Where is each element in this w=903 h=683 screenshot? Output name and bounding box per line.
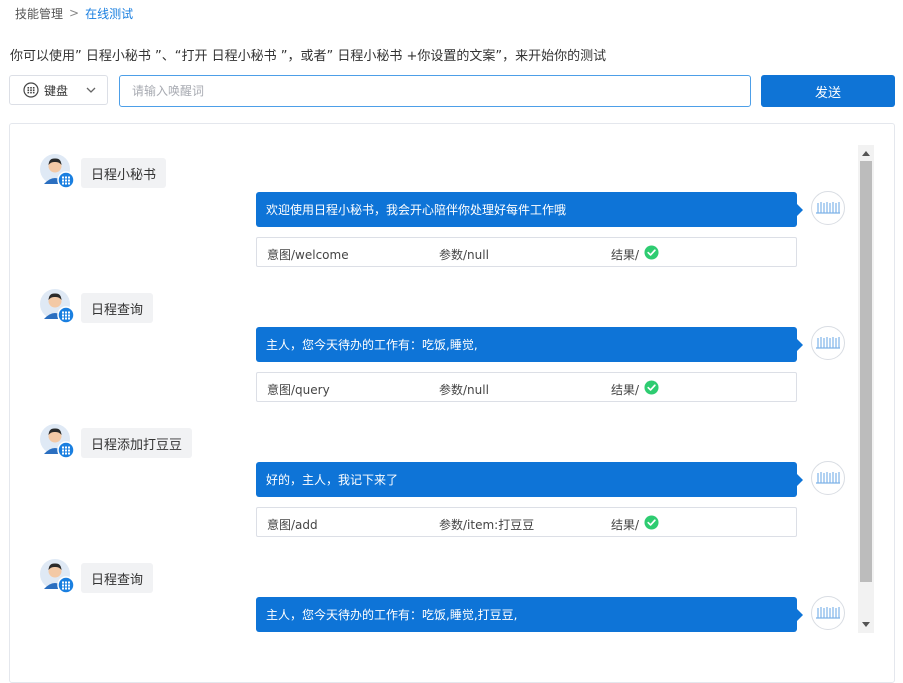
result-outcome: 结果/ bbox=[611, 248, 640, 262]
result-card: 意图/add 参数/item:打豆豆 结果/ bbox=[256, 507, 797, 537]
send-button[interactable]: 发送 bbox=[761, 75, 895, 107]
wake-word-input[interactable] bbox=[119, 75, 751, 107]
bot-message: 主人，您今天待办的工作有：吃饭,睡觉, bbox=[256, 327, 803, 362]
result-outcome: 结果/ bbox=[611, 383, 640, 397]
breadcrumb-parent[interactable]: 技能管理 bbox=[15, 5, 63, 22]
result-card: 意图/welcome 参数/null 结果/ bbox=[256, 237, 797, 267]
result-outcome: 结果/ bbox=[611, 518, 640, 532]
chevron-down-icon bbox=[86, 87, 96, 93]
breadcrumb-separator: > bbox=[69, 6, 80, 20]
input-mode-label: 键盘 bbox=[44, 83, 69, 98]
user-avatar bbox=[40, 559, 76, 595]
user-avatar bbox=[40, 154, 76, 190]
instruction-text: 你可以使用” 日程小秘书 ”、“打开 日程小秘书 ”，或者” 日程小秘书 +你设… bbox=[10, 49, 607, 64]
result-params: 参数/null bbox=[439, 248, 489, 262]
user-message: 日程添加打豆豆 bbox=[81, 428, 193, 458]
bot-avatar-icon bbox=[816, 606, 840, 620]
chat-panel: 日程小秘书 欢迎使用日程小秘书，我会开心陪伴你处理好每件工作哦 意图/welco… bbox=[9, 123, 895, 683]
user-message: 日程查询 bbox=[81, 563, 154, 593]
bot-message: 好的，主人，我记下来了 bbox=[256, 462, 803, 497]
scroll-down-arrow[interactable] bbox=[862, 622, 870, 627]
bot-avatar-icon bbox=[816, 471, 840, 485]
bot-avatar bbox=[811, 191, 845, 225]
check-icon bbox=[644, 380, 659, 395]
result-intent: 意图/add bbox=[267, 518, 318, 532]
bot-avatar-icon bbox=[816, 336, 840, 350]
keyboard-icon bbox=[23, 82, 39, 98]
result-card: 意图/query 参数/null 结果/ bbox=[256, 372, 797, 402]
user-message: 日程查询 bbox=[81, 293, 154, 323]
check-icon bbox=[644, 245, 659, 260]
result-params: 参数/null bbox=[439, 383, 489, 397]
bot-message: 欢迎使用日程小秘书，我会开心陪伴你处理好每件工作哦 bbox=[256, 192, 803, 227]
bot-avatar bbox=[811, 326, 845, 360]
breadcrumb-current: 在线测试 bbox=[85, 6, 134, 21]
user-avatar bbox=[40, 289, 76, 325]
bot-avatar bbox=[811, 461, 845, 495]
check-icon bbox=[644, 515, 659, 530]
scroll-thumb[interactable] bbox=[860, 161, 872, 582]
scroll-up-arrow[interactable] bbox=[862, 151, 870, 156]
bot-avatar bbox=[811, 596, 845, 630]
input-mode-select[interactable]: 键盘 bbox=[9, 75, 108, 105]
result-intent: 意图/query bbox=[267, 383, 330, 397]
result-intent: 意图/welcome bbox=[267, 248, 349, 262]
bot-message: 主人，您今天待办的工作有：吃饭,睡觉,打豆豆, bbox=[256, 597, 803, 632]
breadcrumb: 技能管理 > 在线测试 bbox=[15, 5, 133, 21]
user-message: 日程小秘书 bbox=[81, 158, 167, 188]
result-params: 参数/item:打豆豆 bbox=[439, 518, 535, 532]
user-avatar bbox=[40, 424, 76, 460]
bot-avatar-icon bbox=[816, 201, 840, 215]
chat-scrollbar[interactable] bbox=[858, 145, 874, 633]
